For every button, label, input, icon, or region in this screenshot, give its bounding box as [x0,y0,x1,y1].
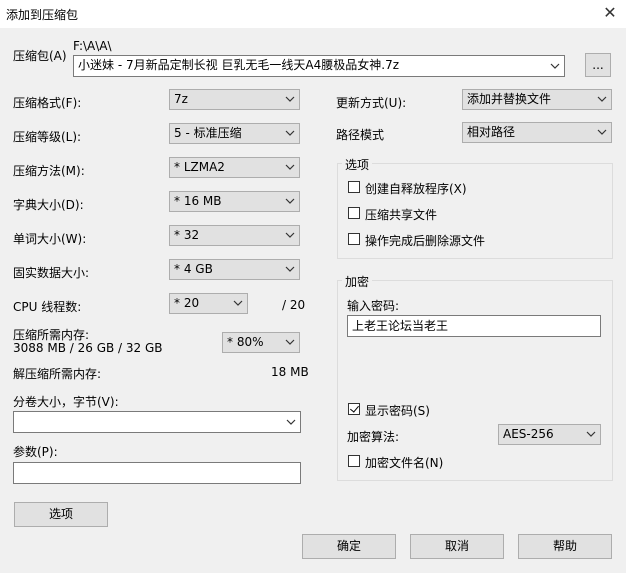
params-label: 参数(P): [13,445,58,459]
help-button[interactable]: 帮助 [518,534,612,559]
path-mode-label: 路径模式 [336,128,385,142]
update-label: 更新方式(U): [336,96,407,110]
solid-select[interactable]: * 4 GB [169,259,300,280]
method-value: * LZMA2 [174,160,225,174]
password-label: 输入密码: [347,299,400,313]
threads-value: * 20 [174,296,200,310]
browse-button[interactable]: ... [585,53,611,77]
ok-button[interactable]: 确定 [302,534,396,559]
word-select[interactable]: * 32 [169,225,300,246]
solid-label: 固实数据大小: [13,266,90,280]
chevron-down-icon [596,123,608,142]
chevron-down-icon[interactable] [285,413,297,432]
chevron-down-icon [596,90,608,109]
method-label: 压缩方法(M): [13,164,85,178]
volume-label: 分卷大小，字节(V): [13,395,119,409]
archive-name-value: 小迷妹 - 7月新品定制长视 巨乳无毛一线天A4腰极品女神.7z [78,58,400,72]
cancel-button[interactable]: 取消 [410,534,504,559]
update-value: 添加并替换文件 [467,92,552,106]
show-password-checkbox[interactable] [348,403,360,415]
word-label: 单词大小(W): [13,232,87,246]
delete-checkbox[interactable] [348,233,360,245]
format-select[interactable]: 7z [169,89,300,110]
chevron-down-icon [585,425,597,444]
params-input[interactable] [13,462,301,484]
archive-label: 压缩包(A) [13,49,67,63]
encrypt-names-label[interactable]: 加密文件名(N) [365,454,443,471]
chevron-down-icon [284,192,296,211]
mem-decomp-label: 解压缩所需内存: [13,367,102,381]
mem-comp-value: * 80% [227,335,264,349]
mem-comp-detail: 3088 MB / 26 GB / 32 GB [13,341,163,355]
title-bar [0,0,626,28]
shared-checkbox[interactable] [348,207,360,219]
chevron-down-icon [284,124,296,143]
path-mode-value: 相对路径 [467,125,516,139]
format-value: 7z [174,92,188,106]
chevron-down-icon[interactable] [549,57,561,76]
method-select[interactable]: * LZMA2 [169,157,300,178]
options-button[interactable]: 选项 [14,502,108,527]
chevron-down-icon [284,260,296,279]
options-group-title: 选项 [342,156,373,173]
sfx-label[interactable]: 创建自释放程序(X) [365,180,467,197]
enc-method-select[interactable]: AES-256 [498,424,601,445]
threads-select[interactable]: * 20 [169,293,248,314]
level-select[interactable]: 5 - 标准压缩 [169,123,300,144]
dict-value: * 16 MB [174,194,222,208]
chevron-down-icon [232,294,244,313]
enc-method-value: AES-256 [503,427,554,441]
mem-decomp-value: 18 MB [271,365,309,379]
encrypt-names-checkbox[interactable] [348,455,360,467]
format-label: 压缩格式(F): [13,96,82,110]
chevron-down-icon [284,226,296,245]
delete-label[interactable]: 操作完成后删除源文件 [365,232,485,249]
threads-label: CPU 线程数: [13,300,82,314]
encryption-group-title: 加密 [342,273,373,290]
chevron-down-icon [284,90,296,109]
word-value: * 32 [174,228,200,242]
level-label: 压缩等级(L): [13,130,82,144]
window-title: 添加到压缩包 [6,8,79,22]
solid-value: * 4 GB [174,262,213,276]
archive-name-combo[interactable]: 小迷妹 - 7月新品定制长视 巨乳无毛一线天A4腰极品女神.7z [73,55,565,77]
sfx-checkbox[interactable] [348,181,360,193]
close-icon[interactable]: ✕ [600,3,620,23]
volume-combo[interactable] [13,411,301,433]
chevron-down-icon [284,158,296,177]
chevron-down-icon [284,333,296,352]
update-select[interactable]: 添加并替换文件 [462,89,612,110]
dict-label: 字典大小(D): [13,198,84,212]
level-value: 5 - 标准压缩 [174,126,242,140]
threads-max: / 20 [282,298,306,312]
mem-comp-select[interactable]: * 80% [222,332,300,353]
show-password-label[interactable]: 显示密码(S) [365,402,430,419]
dict-select[interactable]: * 16 MB [169,191,300,212]
path-mode-select[interactable]: 相对路径 [462,122,612,143]
password-input[interactable]: 上老王论坛当老王 [347,315,601,337]
enc-method-label: 加密算法: [347,430,400,444]
shared-label[interactable]: 压缩共享文件 [365,206,437,223]
archive-path: F:\A\A\ [73,39,112,53]
